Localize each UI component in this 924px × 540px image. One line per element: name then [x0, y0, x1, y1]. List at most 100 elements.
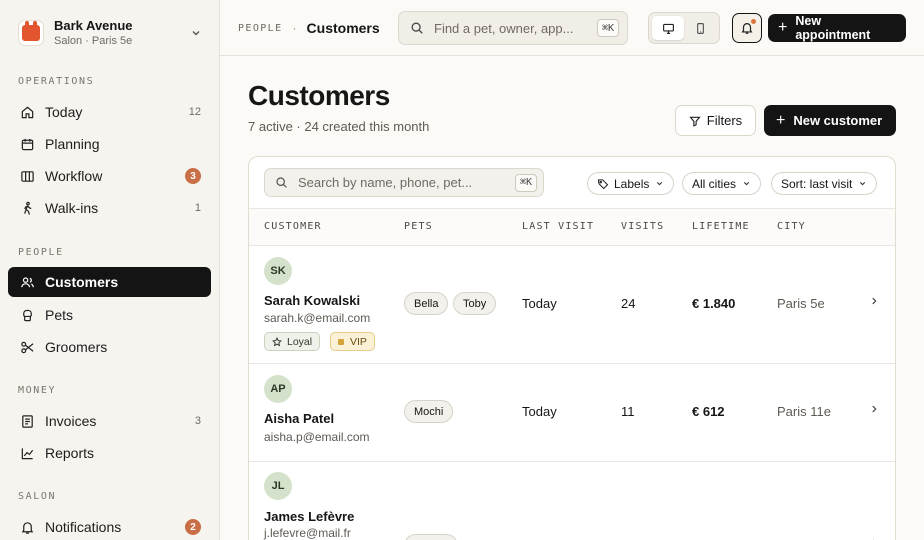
column-visits[interactable]: VISITS [621, 221, 664, 232]
breadcrumb-section[interactable]: PEOPLE [238, 23, 283, 34]
vip-square-icon [338, 338, 344, 345]
scissors-icon [19, 339, 35, 355]
search-shortcut: ⌘K [596, 19, 619, 37]
table-row[interactable]: AP Aisha Patel aisha.p@email.com Mochi T… [249, 364, 895, 462]
column-last-visit[interactable]: LAST VISIT [522, 221, 594, 232]
sidebar-item-invoices[interactable]: Invoices 3 [8, 406, 211, 436]
new-appointment-button[interactable]: + New appointment [768, 14, 906, 42]
customer-name: Aisha Patel [264, 411, 335, 426]
sidebar-item-label: Customers [45, 274, 119, 290]
customer-search-input[interactable]: Search by name, phone, pet... ⌘K [264, 168, 544, 197]
notification-dot [751, 19, 756, 24]
sidebar-item-label: Walk-ins [45, 200, 99, 216]
sidebar-item-label: Pets [45, 307, 74, 323]
star-icon [272, 336, 282, 347]
avatar: SK [264, 257, 292, 285]
customer-email: j.lefevre@mail.fr [264, 526, 351, 540]
avatar: JL [264, 472, 292, 500]
breadcrumb-current: Customers [306, 20, 380, 36]
labels-filter[interactable]: Labels [587, 172, 675, 195]
visits: 11 [621, 404, 635, 419]
cities-filter-label: All cities [692, 176, 737, 191]
chevron-down-icon [188, 25, 204, 41]
customer-name: James Lefèvre [264, 509, 355, 524]
chevron-right-icon[interactable] [869, 404, 879, 414]
new-customer-button[interactable]: + New customer [764, 105, 896, 136]
chevron-down-icon [858, 179, 867, 188]
pet-chip[interactable] [404, 534, 458, 540]
topbar: PEOPLE · Customers Find a pet, owner, ap… [220, 0, 924, 56]
filter-icon [689, 115, 701, 127]
sidebar-item-pets[interactable]: Pets [8, 300, 211, 330]
receipt-icon [19, 413, 35, 429]
sidebar-item-reports[interactable]: Reports [8, 438, 211, 468]
customer-search-shortcut: ⌘K [514, 173, 537, 192]
pet-chip[interactable]: Bella [404, 292, 449, 315]
city: Paris 11e [777, 404, 831, 419]
customers-table-card: Search by name, phone, pet... ⌘K Labels … [248, 156, 896, 540]
visits: 24 [621, 296, 636, 311]
page-title: Customers [248, 80, 390, 111]
phone-icon [694, 22, 707, 35]
customer-tags: Loyal VIP [264, 332, 384, 352]
lifetime-value: € 1.840 [692, 296, 736, 311]
sidebar-item-planning[interactable]: Planning [8, 129, 211, 159]
chevron-down-icon [742, 179, 751, 188]
table-row[interactable]: JL James Lefèvre j.lefevre@mail.fr [249, 462, 895, 540]
table-header: CUSTOMER PETS LAST VISIT VISITS LIFETIME… [249, 208, 895, 246]
sidebar-item-walk-ins[interactable]: Walk-ins 1 [8, 193, 211, 223]
cities-filter[interactable]: All cities [682, 172, 762, 195]
sidebar-item-label: Notifications [45, 519, 122, 535]
section-salon: SALON [18, 491, 57, 502]
section-people: PEOPLE [18, 247, 64, 258]
tag-loyal: Loyal [264, 332, 321, 351]
desktop-view-button[interactable] [652, 16, 684, 40]
labels-filter-label: Labels [614, 176, 650, 191]
brand-logo [18, 20, 44, 46]
new-customer-label: New customer [793, 113, 883, 128]
column-customer[interactable]: CUSTOMER [264, 221, 322, 232]
sidebar-item-today[interactable]: Today 12 [8, 97, 211, 127]
notifications-button[interactable] [732, 13, 762, 43]
column-lifetime[interactable]: LIFETIME [692, 221, 750, 232]
filters-label: Filters [706, 113, 743, 128]
section-operations: OPERATIONS [18, 76, 95, 87]
page-subtitle: 7 active · 24 created this month [248, 119, 430, 134]
chevron-down-icon [655, 179, 664, 188]
sidebar-item-notifications[interactable]: Notifications 2 [8, 512, 211, 540]
chart-icon [19, 445, 35, 461]
sort-label: Sort: last visit [781, 176, 853, 191]
customer-email: aisha.p@email.com [264, 430, 370, 444]
salon-switcher[interactable]: Bark Avenue Salon · Paris 5e [18, 16, 204, 50]
pet-chip[interactable]: Mochi [404, 400, 454, 423]
customer-name: Sarah Kowalski [264, 293, 361, 308]
sidebar-item-label: Groomers [45, 339, 108, 355]
tag-vip: VIP [330, 332, 375, 351]
column-city[interactable]: CITY [777, 221, 806, 232]
sidebar-item-groomers[interactable]: Groomers [8, 332, 211, 362]
calendar-icon [19, 136, 35, 152]
last-visit: Today [522, 404, 557, 419]
notifications-badge: 2 [185, 519, 201, 535]
column-pets[interactable]: PETS [404, 221, 433, 232]
sidebar-item-label: Invoices [45, 413, 97, 429]
plus-icon: + [778, 19, 788, 36]
sidebar-item-label: Today [45, 104, 83, 120]
sidebar-item-label: Planning [45, 136, 100, 152]
mobile-view-button[interactable] [684, 16, 716, 40]
sidebar-item-customers[interactable]: Customers [8, 267, 211, 297]
table-row[interactable]: SK Sarah Kowalski sarah.k@email.com Loya… [249, 246, 895, 364]
sort-dropdown[interactable]: Sort: last visit [771, 172, 878, 195]
sidebar-item-label: Workflow [45, 168, 103, 184]
bell-icon [19, 519, 35, 535]
walking-icon [19, 200, 35, 216]
walk-ins-count: 1 [194, 202, 201, 214]
search-icon [275, 176, 288, 189]
sidebar-item-workflow[interactable]: Workflow 3 [8, 161, 211, 191]
global-search-input[interactable]: Find a pet, owner, app... ⌘K [398, 11, 628, 45]
invoices-count: 3 [194, 415, 201, 427]
filters-button[interactable]: Filters [675, 105, 756, 136]
pet-chip[interactable]: Toby [453, 292, 497, 315]
home-icon [19, 104, 35, 120]
chevron-right-icon[interactable] [869, 296, 879, 306]
